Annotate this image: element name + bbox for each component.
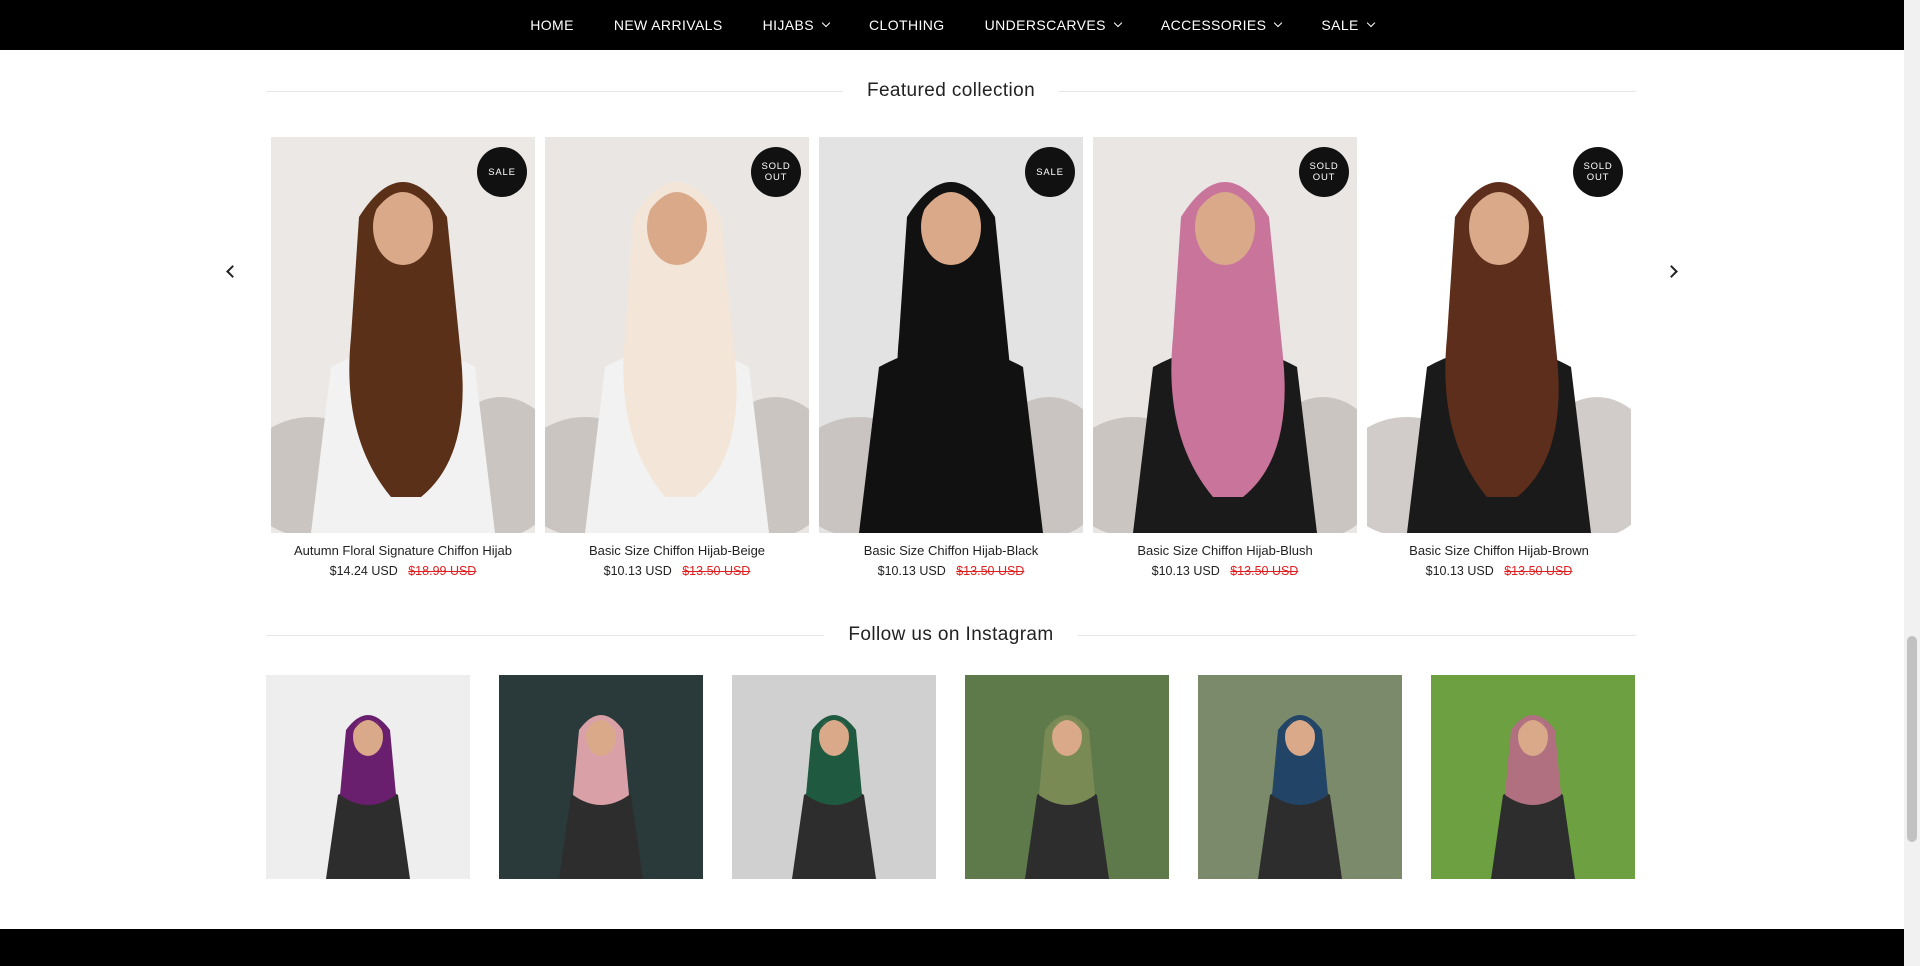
product-title[interactable]: Basic Size Chiffon Hijab-Blush (1093, 543, 1357, 558)
product-slider: SALE Autumn Floral Signature Chiffon Hij… (271, 137, 1641, 578)
status-badge: SOLD OUT (1573, 147, 1623, 197)
product-card[interactable]: SALE Autumn Floral Signature Chiffon Hij… (271, 137, 535, 578)
instagram-photo[interactable] (965, 675, 1169, 879)
product-image[interactable]: SALE (819, 137, 1083, 533)
instagram-photo[interactable] (499, 675, 703, 879)
product-prices: $10.13 USD $13.50 USD (819, 564, 1083, 578)
product-price: $14.24 USD (329, 564, 398, 578)
nav-item-accessories[interactable]: ACCESSORIES (1160, 17, 1283, 33)
divider (1077, 634, 1637, 636)
product-prices: $14.24 USD $18.99 USD (271, 564, 535, 578)
product-price: $10.13 USD (877, 564, 946, 578)
nav-item-sale[interactable]: SALE (1321, 17, 1376, 33)
product-title[interactable]: Autumn Floral Signature Chiffon Hijab (271, 543, 535, 558)
nav-item-home[interactable]: HOME (530, 17, 574, 33)
chevron-down-icon (1366, 18, 1376, 28)
slider-next-arrow-icon[interactable] (1664, 262, 1682, 280)
product-image[interactable]: SOLD OUT (1367, 137, 1631, 533)
chevron-down-icon (1274, 18, 1283, 28)
top-nav: HOME NEW ARRIVALS HIJABS CLOTHING UNDERSCARV… (0, 0, 1904, 50)
nav-item-underscarves[interactable]: UNDERSCARVES (984, 17, 1123, 33)
instagram-photo[interactable] (1198, 675, 1402, 879)
status-badge: SALE (477, 147, 527, 197)
nav-item-new-arrivals[interactable]: NEW ARRIVALS (614, 17, 723, 33)
status-badge: SALE (1025, 147, 1075, 197)
product-compare-price: $13.50 USD (1230, 564, 1299, 578)
product-card[interactable]: SOLD OUT Basic Size Chiffon Hijab-Brown … (1367, 137, 1631, 578)
nav-item-label: CLOTHING (869, 17, 945, 33)
product-compare-price: $13.50 USD (1504, 564, 1573, 578)
product-card[interactable]: SALE Basic Size Chiffon Hijab-Black $10.… (819, 137, 1083, 578)
instagram-grid (266, 675, 1635, 879)
instagram-title: Follow us on Instagram (848, 624, 1054, 645)
nav-item-hijabs[interactable]: HIJABS (762, 17, 831, 33)
product-image[interactable]: SOLD OUT (1093, 137, 1357, 533)
instagram-photo[interactable] (266, 675, 470, 879)
status-badge: SOLD OUT (1299, 147, 1349, 197)
instagram-photo[interactable] (732, 675, 936, 879)
nav-item-clothing[interactable]: CLOTHING (869, 17, 945, 33)
nav-item-label: SALE (1321, 17, 1359, 33)
product-title[interactable]: Basic Size Chiffon Hijab-Black (819, 543, 1083, 558)
chevron-down-icon (821, 18, 831, 28)
divider (266, 634, 825, 636)
featured-heading: Featured collection (266, 80, 1637, 102)
scrollbar-thumb[interactable] (1907, 636, 1917, 842)
featured-title: Featured collection (866, 80, 1036, 101)
status-badge: SOLD OUT (751, 147, 801, 197)
nav-item-label: NEW ARRIVALS (613, 17, 723, 33)
product-compare-price: $13.50 USD (956, 564, 1025, 578)
product-card[interactable]: SOLD OUT Basic Size Chiffon Hijab-Blush … (1093, 137, 1357, 578)
divider (1059, 90, 1637, 92)
instagram-photo[interactable] (1431, 675, 1635, 879)
product-image[interactable]: SALE (271, 137, 535, 533)
slider-prev-arrow-icon[interactable] (221, 262, 239, 280)
nav-item-label: ACCESSORIES (1160, 17, 1267, 33)
product-title[interactable]: Basic Size Chiffon Hijab-Beige (545, 543, 809, 558)
product-price: $10.13 USD (1151, 564, 1220, 578)
page-scrollbar[interactable] (1904, 0, 1920, 966)
nav-item-label: HOME (530, 17, 574, 33)
product-price: $10.13 USD (603, 564, 672, 578)
nav-menu: HOME NEW ARRIVALS HIJABS CLOTHING UNDERSCARV… (0, 0, 1904, 50)
product-prices: $10.13 USD $13.50 USD (1093, 564, 1357, 578)
product-price: $10.13 USD (1425, 564, 1494, 578)
product-prices: $10.13 USD $13.50 USD (545, 564, 809, 578)
instagram-heading: Follow us on Instagram (266, 624, 1637, 646)
product-compare-price: $18.99 USD (408, 564, 477, 578)
product-compare-price: $13.50 USD (682, 564, 751, 578)
product-title[interactable]: Basic Size Chiffon Hijab-Brown (1367, 543, 1631, 558)
product-card[interactable]: SOLD OUT Basic Size Chiffon Hijab-Beige … (545, 137, 809, 578)
product-image[interactable]: SOLD OUT (545, 137, 809, 533)
footer (0, 929, 1904, 966)
nav-item-label: HIJABS (762, 17, 815, 33)
divider (266, 90, 843, 92)
nav-item-label: UNDERSCARVES (984, 17, 1106, 33)
chevron-down-icon (1113, 18, 1123, 28)
product-prices: $10.13 USD $13.50 USD (1367, 564, 1631, 578)
